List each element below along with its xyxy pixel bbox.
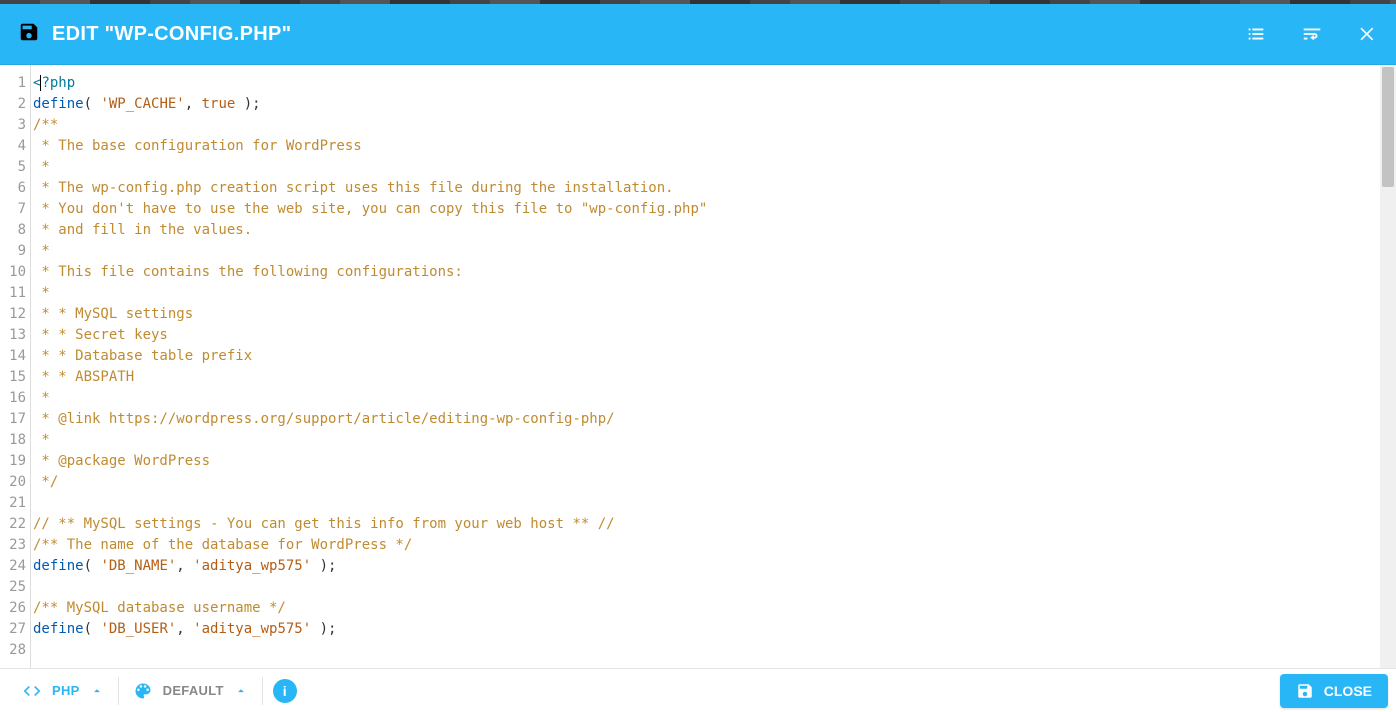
code-line[interactable]: * * Secret keys (33, 325, 1396, 346)
chevron-up-icon (90, 684, 104, 698)
line-number: 9 (0, 241, 26, 262)
line-number: 1 (0, 73, 26, 94)
save-icon (1296, 682, 1314, 700)
line-number: 26 (0, 598, 26, 619)
code-line[interactable]: * @link https://wordpress.org/support/ar… (33, 409, 1396, 430)
bottom-toolbar: PHP DEFAULT i CLOSE (0, 668, 1396, 712)
code-line[interactable] (33, 493, 1396, 514)
code-line[interactable]: // ** MySQL settings - You can get this … (33, 514, 1396, 535)
line-number: 10 (0, 262, 26, 283)
language-selector[interactable]: PHP (8, 669, 118, 712)
line-number: 8 (0, 220, 26, 241)
code-content[interactable]: <?phpdefine( 'WP_CACHE', true );/** * Th… (31, 65, 1396, 668)
line-number: 12 (0, 304, 26, 325)
line-number: 15 (0, 367, 26, 388)
close-button[interactable]: CLOSE (1280, 674, 1388, 708)
line-number: 16 (0, 388, 26, 409)
code-line[interactable]: /** The name of the database for WordPre… (33, 535, 1396, 556)
top-toolbar: EDIT "WP-CONFIG.PHP" (0, 0, 1396, 65)
close-icon (1358, 24, 1378, 44)
line-number: 5 (0, 157, 26, 178)
code-line[interactable]: /** (33, 115, 1396, 136)
language-label: PHP (52, 683, 80, 698)
close-x-button[interactable] (1340, 6, 1396, 62)
code-line[interactable]: * (33, 283, 1396, 304)
code-line[interactable] (33, 640, 1396, 661)
line-number: 11 (0, 283, 26, 304)
code-line[interactable] (33, 577, 1396, 598)
code-line[interactable]: * (33, 241, 1396, 262)
code-line[interactable]: * @package WordPress (33, 451, 1396, 472)
scrollbar-thumb[interactable] (1382, 67, 1394, 187)
list-icon (1245, 23, 1267, 45)
line-number: 17 (0, 409, 26, 430)
line-number: 25 (0, 577, 26, 598)
wrap-icon (1301, 23, 1323, 45)
line-number: 28 (0, 640, 26, 661)
code-line[interactable]: define( 'DB_NAME', 'aditya_wp575' ); (33, 556, 1396, 577)
close-button-label: CLOSE (1324, 683, 1372, 699)
info-button[interactable]: i (273, 679, 297, 703)
theme-label: DEFAULT (163, 683, 224, 698)
line-number: 4 (0, 136, 26, 157)
line-number: 27 (0, 619, 26, 640)
editor-title: EDIT "WP-CONFIG.PHP" (52, 23, 291, 46)
line-number: 18 (0, 430, 26, 451)
code-line[interactable]: * (33, 430, 1396, 451)
line-number: 13 (0, 325, 26, 346)
line-number: 14 (0, 346, 26, 367)
code-line[interactable]: /** MySQL database username */ (33, 598, 1396, 619)
divider (262, 677, 263, 705)
code-line[interactable]: define( 'WP_CACHE', true ); (33, 94, 1396, 115)
code-line[interactable]: * The wp-config.php creation script uses… (33, 178, 1396, 199)
line-number: 7 (0, 199, 26, 220)
line-number: 20 (0, 472, 26, 493)
code-line[interactable]: */ (33, 472, 1396, 493)
chevron-up-icon (234, 684, 248, 698)
line-number: 24 (0, 556, 26, 577)
line-number: 2 (0, 94, 26, 115)
code-line[interactable]: * * MySQL settings (33, 304, 1396, 325)
line-number: 22 (0, 514, 26, 535)
line-number: 19 (0, 451, 26, 472)
code-line[interactable]: * This file contains the following confi… (33, 262, 1396, 283)
line-number: 6 (0, 178, 26, 199)
code-line[interactable]: * and fill in the values. (33, 220, 1396, 241)
vertical-scrollbar[interactable] (1380, 65, 1396, 668)
wrap-lines-button[interactable] (1284, 6, 1340, 62)
code-line[interactable]: * The base configuration for WordPress (33, 136, 1396, 157)
code-line[interactable]: <?php (33, 73, 1396, 94)
theme-selector[interactable]: DEFAULT (119, 669, 262, 712)
code-line[interactable]: * (33, 388, 1396, 409)
line-number-gutter: 1234567891011121314151617181920212223242… (0, 65, 31, 668)
palette-icon (133, 681, 153, 701)
line-number: 3 (0, 115, 26, 136)
code-line[interactable]: * (33, 157, 1396, 178)
save-icon[interactable] (18, 21, 40, 48)
code-line[interactable]: * You don't have to use the web site, yo… (33, 199, 1396, 220)
code-line[interactable]: define( 'DB_USER', 'aditya_wp575' ); (33, 619, 1396, 640)
code-line[interactable]: * * ABSPATH (33, 367, 1396, 388)
code-icon (22, 681, 42, 701)
topbar-right-group (1228, 6, 1396, 62)
line-number: 21 (0, 493, 26, 514)
list-view-button[interactable] (1228, 6, 1284, 62)
code-line[interactable]: * * Database table prefix (33, 346, 1396, 367)
line-number: 23 (0, 535, 26, 556)
code-editor[interactable]: 1234567891011121314151617181920212223242… (0, 65, 1396, 668)
